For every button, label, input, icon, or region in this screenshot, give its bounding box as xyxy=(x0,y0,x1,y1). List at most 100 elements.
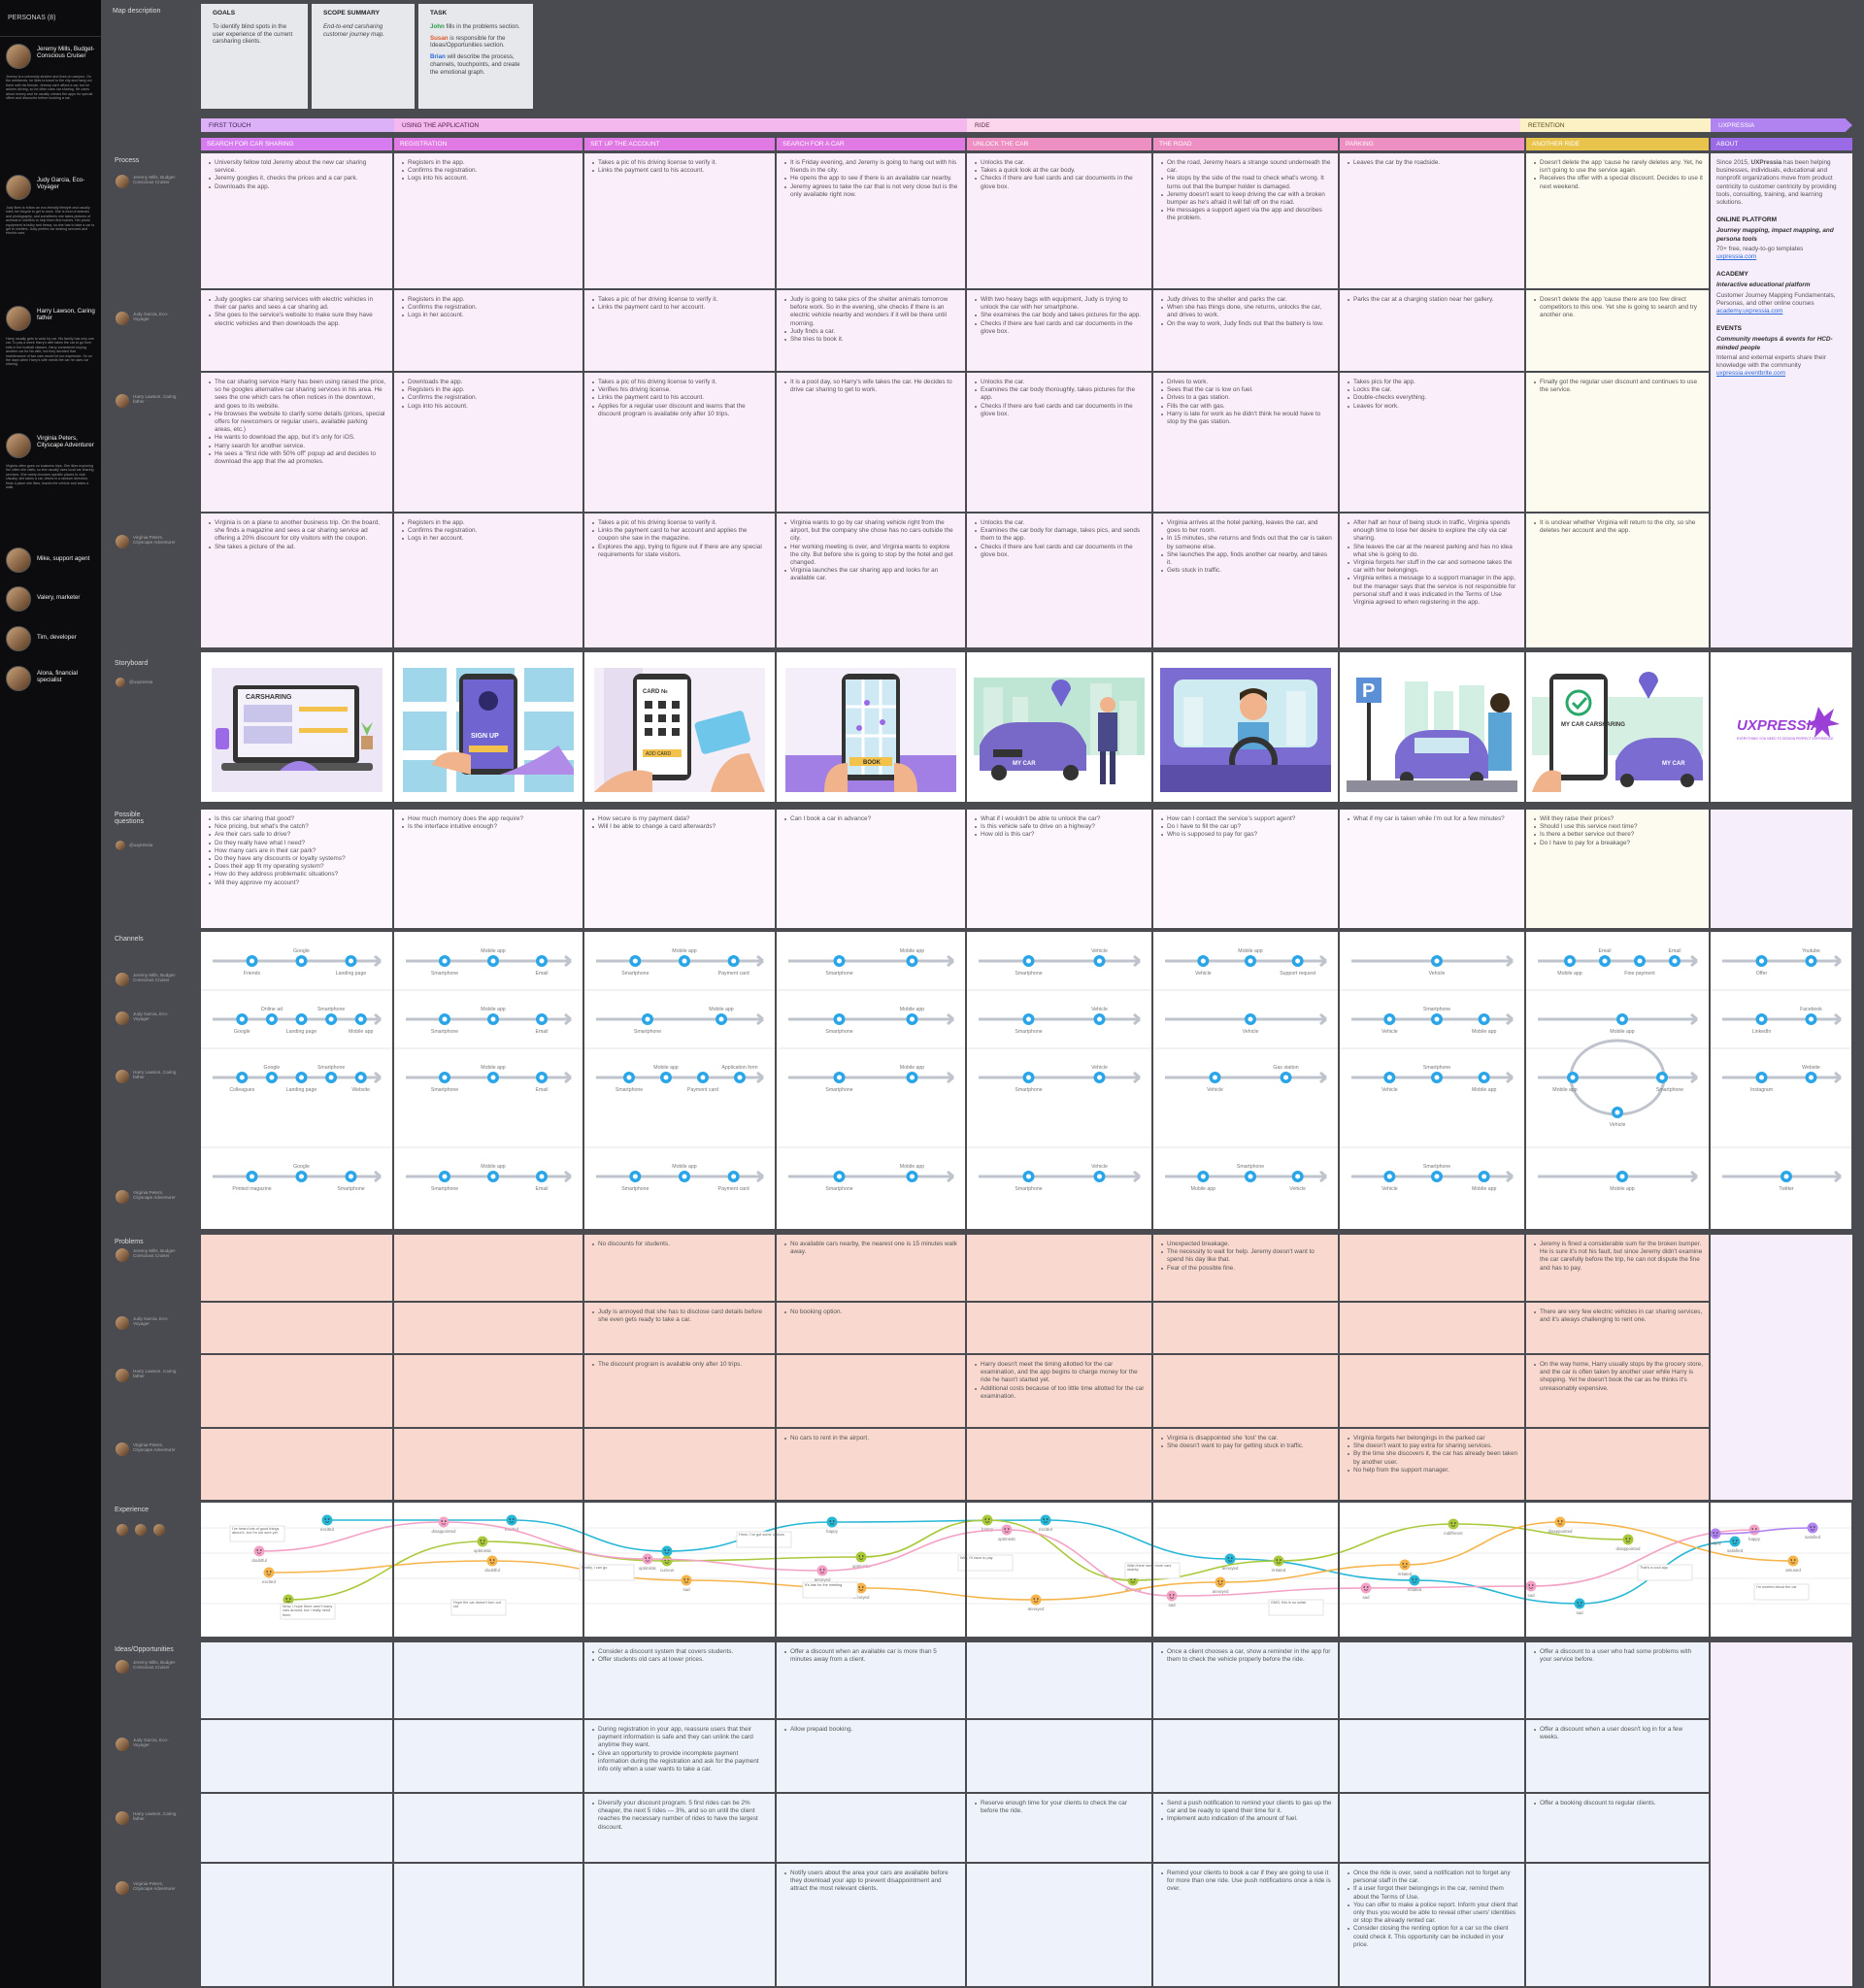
step-header[interactable]: PARKING xyxy=(1340,138,1524,150)
storyboard-image-parking-sign[interactable]: P xyxy=(1347,668,1517,792)
problem-cell[interactable] xyxy=(394,1355,582,1427)
idea-cell[interactable]: Consider a discount system that covers s… xyxy=(584,1642,775,1718)
process-cell[interactable]: The car sharing service Harry has been u… xyxy=(201,373,392,512)
problem-cell[interactable]: Harry doesn't meet the timing allotted f… xyxy=(967,1355,1151,1427)
process-cell[interactable]: Unlocks the car. Takes a quick look at th… xyxy=(967,153,1151,288)
idea-cell[interactable] xyxy=(1340,1720,1524,1792)
process-cell[interactable]: Unlocks the car. Examines the car body fo… xyxy=(967,514,1151,647)
process-cell[interactable]: It is a pool day, so Harry's wife takes … xyxy=(777,373,965,512)
process-cell[interactable]: Takes a pic of his driving license to ve… xyxy=(584,514,775,647)
storyboard-image-phone-book-map[interactable]: BOOK xyxy=(785,668,956,792)
stage-retention[interactable]: RETENTION xyxy=(1520,118,1711,132)
process-cell[interactable]: It is Friday evening, and Jeremy is goin… xyxy=(777,153,965,288)
process-cell[interactable]: University fellow told Jeremy about the … xyxy=(201,153,392,288)
problem-cell[interactable]: No booking option. xyxy=(777,1303,965,1353)
problem-cell[interactable]: Virginia is disappointed she 'lost' the … xyxy=(1153,1429,1338,1500)
process-cell[interactable]: Takes a pic of his driving license to ve… xyxy=(584,373,775,512)
problem-cell[interactable]: Unexpected breakage. The necessity to wai… xyxy=(1153,1235,1338,1301)
process-cell[interactable]: Judy is going to take pics of the shelte… xyxy=(777,290,965,371)
question-cell[interactable]: Can I book a car in advance? xyxy=(777,810,965,928)
storyboard-image-uxpressia-logo[interactable]: UXPRESSIA EVERYTHING YOU NEED TO DESIGN P… xyxy=(1714,668,1849,792)
process-cell[interactable]: It is unclear whether Virginia will retu… xyxy=(1526,514,1709,647)
stage-using-app[interactable]: USING THE APPLICATION xyxy=(394,118,967,132)
idea-cell[interactable] xyxy=(584,1864,775,1986)
persona-card-tim[interactable]: Tim, developer xyxy=(6,626,95,655)
question-cell[interactable]: What if I wouldn't be able to unlock the… xyxy=(967,810,1151,928)
idea-cell[interactable] xyxy=(394,1720,582,1792)
step-header[interactable]: ANOTHER RIDE xyxy=(1526,138,1709,150)
idea-cell[interactable] xyxy=(394,1864,582,1986)
persona-card-jeremy[interactable]: Jeremy Mills, Budget-Conscious Cruiser J… xyxy=(6,44,95,170)
problem-cell[interactable]: No discounts for students. xyxy=(584,1235,775,1301)
stage-ride[interactable]: RIDE xyxy=(967,118,1520,132)
idea-cell[interactable] xyxy=(201,1794,392,1862)
idea-cell[interactable] xyxy=(967,1720,1151,1792)
idea-cell[interactable] xyxy=(1340,1642,1524,1718)
process-cell[interactable]: Virginia arrives at the hotel parking, l… xyxy=(1153,514,1338,647)
process-cell[interactable]: Takes pics for the app. Locks the car. Dou… xyxy=(1340,373,1524,512)
idea-cell[interactable]: Send a push notification to remind your … xyxy=(1153,1794,1338,1862)
idea-cell[interactable] xyxy=(1711,1642,1852,1986)
idea-cell[interactable] xyxy=(201,1720,392,1792)
process-cell[interactable]: Finally got the regular user discount an… xyxy=(1526,373,1709,512)
idea-cell[interactable]: Offer a discount when a user doesn't log… xyxy=(1526,1720,1709,1792)
storyboard-image-phone-sign-up[interactable]: SIGN UP xyxy=(403,668,574,792)
persona-card-judy[interactable]: Judy Garcia, Eco-Voyager Judy likes to f… xyxy=(6,175,95,296)
process-cell[interactable]: With two heavy bags with equipment, Judy… xyxy=(967,290,1151,371)
idea-cell[interactable] xyxy=(394,1642,582,1718)
idea-cell[interactable] xyxy=(967,1864,1151,1986)
goals-note[interactable]: GOALS To identify blind spots in the use… xyxy=(201,4,308,109)
idea-cell[interactable]: Notify users about the area your cars ar… xyxy=(777,1864,965,1986)
process-cell[interactable]: Virginia is on a plane to another busine… xyxy=(201,514,392,647)
problem-cell[interactable] xyxy=(1340,1355,1524,1427)
process-cell[interactable]: Virginia wants to go by car sharing vehi… xyxy=(777,514,965,647)
idea-cell[interactable]: Offer a booking discount to regular clie… xyxy=(1526,1794,1709,1862)
step-header[interactable]: ABOUT xyxy=(1711,138,1852,150)
about-link[interactable]: uxpressia.com xyxy=(1716,253,1847,261)
process-cell[interactable]: Leaves the car by the roadside. xyxy=(1340,153,1524,288)
problem-cell[interactable] xyxy=(967,1303,1151,1353)
problem-cell[interactable] xyxy=(1526,1429,1709,1500)
storyboard-image-phone-card-payment[interactable]: CARD № ADD CARD xyxy=(594,668,765,792)
idea-cell[interactable] xyxy=(1153,1720,1338,1792)
about-link[interactable]: academy.uxpressia.com xyxy=(1716,308,1847,315)
process-cell[interactable]: On the road, Jeremy hears a strange soun… xyxy=(1153,153,1338,288)
idea-cell[interactable] xyxy=(201,1864,392,1986)
process-cell[interactable]: Judy drives to the shelter and parks the… xyxy=(1153,290,1338,371)
problem-cell[interactable] xyxy=(201,1303,392,1353)
question-cell[interactable]: What if my car is taken while I'm out fo… xyxy=(1340,810,1524,928)
persona-card-virginia[interactable]: Virginia Peters, Cityscape Adventurer Vi… xyxy=(6,433,95,540)
persona-card-alona[interactable]: Alona, financial specialist xyxy=(6,666,95,695)
step-header[interactable]: SET UP THE ACCOUNT xyxy=(584,138,775,150)
process-cell[interactable]: Downloads the app. Registers in the app. C… xyxy=(394,373,582,512)
idea-cell[interactable] xyxy=(777,1794,965,1862)
process-cell[interactable]: Drives to work. Sees that the car is low … xyxy=(1153,373,1338,512)
step-header[interactable]: SEARCH FOR A CAR xyxy=(777,138,965,150)
problem-cell[interactable] xyxy=(201,1429,392,1500)
idea-cell[interactable]: Offer a discount to a user who had some … xyxy=(1526,1642,1709,1718)
problem-cell[interactable] xyxy=(394,1235,582,1301)
idea-cell[interactable]: Offer a discount when an available car i… xyxy=(777,1642,965,1718)
problem-cell[interactable]: No available cars nearby, the nearest on… xyxy=(777,1235,965,1301)
idea-cell[interactable]: Once a client chooses a car, show a remi… xyxy=(1153,1642,1338,1718)
idea-cell[interactable]: Allow prepaid booking. xyxy=(777,1720,965,1792)
problem-cell[interactable] xyxy=(394,1303,582,1353)
problem-cell[interactable] xyxy=(584,1429,775,1500)
question-cell[interactable]: How secure is my payment data? Will I be … xyxy=(584,810,775,928)
stage-first-touch[interactable]: FIRST TOUCH xyxy=(201,118,394,132)
problem-cell[interactable]: Jeremy is fined a considerable sum for t… xyxy=(1526,1235,1709,1301)
idea-cell[interactable] xyxy=(1340,1794,1524,1862)
about-uxpressia[interactable]: Since 2015, UXPressia has been helping b… xyxy=(1711,153,1852,647)
step-header[interactable]: SEARCH FOR CAR SHARING xyxy=(201,138,392,150)
question-cell[interactable] xyxy=(1711,810,1852,928)
process-cell[interactable]: After half an hour of being stuck in tra… xyxy=(1340,514,1524,647)
problem-cell[interactable] xyxy=(1340,1235,1524,1301)
process-cell[interactable]: Takes a pic of her driving license to ve… xyxy=(584,290,775,371)
problem-cell[interactable] xyxy=(1153,1303,1338,1353)
problem-cell[interactable]: On the way home, Harry usually stops by … xyxy=(1526,1355,1709,1427)
step-header[interactable]: REGISTRATION xyxy=(394,138,582,150)
problem-cell[interactable] xyxy=(1153,1355,1338,1427)
problem-cell[interactable]: No cars to rent in the airport. xyxy=(777,1429,965,1500)
problem-cell[interactable]: The discount program is available only a… xyxy=(584,1355,775,1427)
process-cell[interactable]: Doesn't delete the app 'cause there are … xyxy=(1526,290,1709,371)
